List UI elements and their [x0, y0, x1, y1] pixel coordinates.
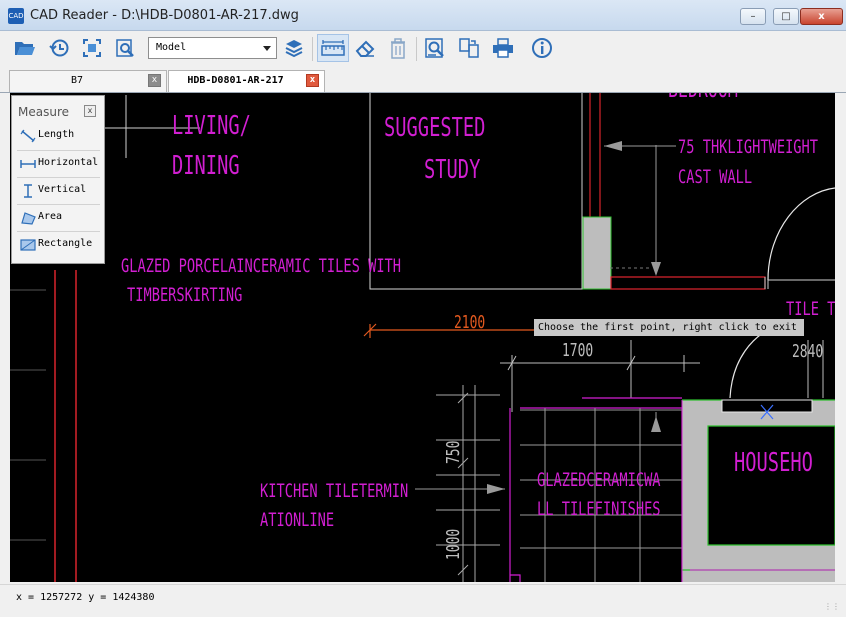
tab-close-icon[interactable]: x — [306, 74, 319, 87]
app-icon: CAD — [8, 8, 24, 24]
title-bar: CAD CAD Reader - D:\HDB-D0801-AR-217.dwg… — [0, 0, 846, 31]
convert-icon[interactable] — [455, 34, 483, 62]
note-kitchen-tile-1: KITCHEN TILETERMIN — [260, 480, 409, 502]
drawing-canvas[interactable]: BEDROOM LIVING/ DINING SUGGESTED STUDY 7… — [10, 93, 835, 582]
layers-icon[interactable] — [280, 34, 308, 62]
chevron-down-icon — [263, 46, 271, 51]
room-label-suggested: SUGGESTED — [384, 113, 486, 143]
toolbar-separator — [416, 37, 417, 61]
rectangle-icon — [20, 239, 36, 251]
measure-ruler-icon[interactable] — [317, 34, 349, 62]
print-icon[interactable] — [489, 34, 517, 62]
resize-grip-icon[interactable]: ⋮⋮ — [824, 602, 840, 611]
minimize-button[interactable]: – — [740, 8, 766, 25]
dimension-2100: 2100 — [454, 312, 486, 333]
toolbar: Model — [0, 31, 846, 67]
trash-icon[interactable] — [384, 34, 412, 62]
vertical-scrollbar[interactable] — [835, 93, 846, 582]
note-porcelain-tiles: GLAZED PORCELAINCERAMIC TILES WITH — [121, 255, 402, 277]
room-label-living: LIVING/ — [172, 111, 251, 141]
note-lightweight-wall: 75 THKLIGHTWEIGHT — [678, 136, 819, 158]
note-tile-finishes: LL TILEFINISHES — [537, 498, 661, 520]
document-tabs: B7 x HDB-D0801-AR-217 x — [0, 68, 846, 93]
status-bar: x = 1257272 y = 1424380 ⋮⋮ — [0, 584, 846, 617]
tab-close-icon[interactable]: x — [148, 74, 161, 87]
measure-area-button[interactable]: Area — [17, 204, 100, 230]
maximize-button[interactable]: □ — [773, 8, 799, 25]
horizontal-icon — [20, 160, 36, 168]
measure-panel-title: Measure — [18, 105, 69, 119]
area-icon — [21, 212, 36, 225]
measure-item-label: Area — [38, 211, 63, 222]
eraser-icon[interactable] — [351, 34, 379, 62]
dimension-1700: 1700 — [562, 340, 594, 361]
room-label-study: STUDY — [424, 155, 481, 185]
vertical-icon — [24, 184, 32, 198]
toolbar-separator — [312, 37, 313, 61]
length-icon — [20, 129, 36, 143]
note-kitchen-tile-2: ATIONLINE — [260, 509, 335, 531]
fit-screen-icon[interactable] — [78, 34, 106, 62]
note-cast-wall: CAST WALL — [678, 166, 753, 188]
measure-item-label: Vertical — [38, 184, 87, 195]
find-text-icon[interactable] — [421, 34, 449, 62]
measure-horizontal-button[interactable]: Horizontal — [17, 150, 100, 176]
measure-panel: Measure x Length Horizontal Vertical Are… — [11, 95, 105, 264]
dimension-2840: 2840 — [792, 341, 824, 362]
tab-b7[interactable]: B7 x — [9, 70, 167, 92]
tab-label: B7 — [70, 75, 84, 86]
measure-tooltip: Choose the first point, right click to e… — [534, 319, 804, 336]
note-tile: TILE T — [786, 298, 835, 320]
close-button[interactable]: x — [800, 8, 843, 25]
note-glazed-ceramic: GLAZEDCERAMICWA — [537, 469, 661, 491]
cursor-coordinates: x = 1257272 y = 1424380 — [16, 592, 155, 603]
info-icon[interactable] — [528, 34, 556, 62]
measure-rectangle-button[interactable]: Rectangle — [17, 231, 100, 257]
layout-select[interactable]: Model — [148, 37, 277, 59]
measure-vertical-button[interactable]: Vertical — [17, 177, 100, 203]
measure-item-label: Horizontal — [38, 157, 99, 168]
measure-length-button[interactable]: Length — [17, 123, 100, 149]
zoom-window-icon[interactable] — [111, 34, 139, 62]
tab-hdb-d0801-ar-217[interactable]: HDB-D0801-AR-217 x — [168, 70, 325, 92]
tab-label: HDB-D0801-AR-217 — [187, 75, 284, 86]
room-label-household: HOUSEHO — [734, 448, 813, 478]
recent-icon[interactable] — [45, 34, 73, 62]
dimension-750: 750 — [443, 440, 464, 464]
measure-item-label: Length — [38, 129, 75, 140]
measure-item-label: Rectangle — [38, 238, 93, 249]
layout-select-value: Model — [156, 42, 187, 53]
room-label-dining: DINING — [172, 151, 240, 181]
panel-close-icon[interactable]: x — [84, 105, 96, 117]
note-timber-skirting: TIMBERSKIRTING — [127, 284, 243, 306]
open-folder-icon[interactable] — [11, 34, 39, 62]
window-title: CAD Reader - D:\HDB-D0801-AR-217.dwg — [30, 8, 299, 23]
room-label-bedroom: BEDROOM — [668, 93, 738, 103]
dimension-1000: 1000 — [443, 528, 464, 560]
